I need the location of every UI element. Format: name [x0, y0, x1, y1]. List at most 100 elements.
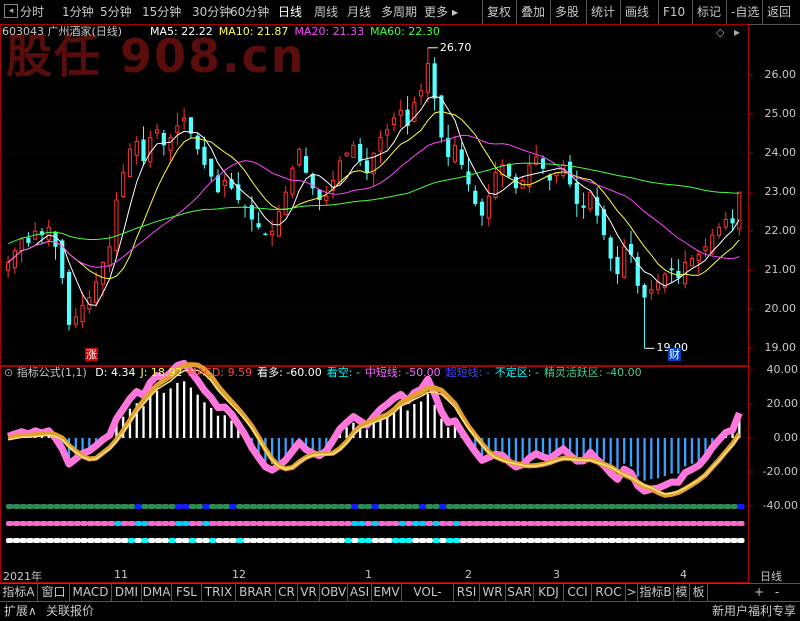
tab-remove-icon[interactable]: - [770, 584, 784, 601]
indicator-tab-4[interactable]: DMA [142, 584, 172, 601]
toolbar-button-4[interactable]: 画线 [620, 0, 653, 24]
indicator-tab-16[interactable]: SAR [506, 584, 534, 601]
period-tab-9[interactable]: 多周期 [381, 0, 417, 24]
chart-area [0, 24, 753, 583]
indicator-tab-12[interactable]: EMV [372, 584, 402, 601]
active-zone-row [46, 504, 54, 509]
candle-body [432, 63, 437, 99]
indicator-tab-22[interactable]: 模 [674, 584, 690, 601]
indicator-tab-15[interactable]: WR [480, 584, 506, 601]
period-label[interactable]: 日线 [760, 568, 782, 584]
candle-body [419, 90, 424, 97]
indicator-title[interactable]: 指标公式(1,1) [17, 366, 87, 379]
candle-body [19, 238, 24, 252]
midterm-row [358, 521, 366, 526]
collapse-icon[interactable]: ◂ [4, 4, 18, 18]
bullish-row [256, 538, 264, 543]
active-zone-row [391, 504, 400, 509]
zhang-marker[interactable]: 涨 [85, 348, 98, 361]
toolbar-button-0[interactable]: 复权 [482, 0, 515, 24]
midterm-row [148, 521, 156, 526]
toolbar-button-6[interactable]: 标记 [692, 0, 725, 24]
indicator-tab-21[interactable]: 指标B [638, 584, 674, 601]
candle-body [337, 160, 342, 185]
active-zone-row [655, 504, 664, 509]
indicator-tab-13[interactable]: VOL-TDX [402, 584, 454, 616]
bullish-row [263, 538, 271, 543]
bullish-row [283, 538, 291, 543]
midterm-row [520, 521, 528, 526]
toolbar-button-5[interactable]: F10 [658, 0, 689, 24]
bullish-row [425, 538, 434, 543]
expand-button[interactable]: 扩展∧ [4, 602, 37, 621]
indicator-tab-9[interactable]: VR [298, 584, 320, 601]
indicator-tab-18[interactable]: CCI [564, 584, 592, 601]
indicator-tab-2[interactable]: MACD [70, 584, 112, 601]
indicator-tab-23[interactable]: 板 [690, 584, 708, 601]
active-zone-row [87, 504, 95, 509]
midterm-row [202, 521, 210, 526]
candle-body [188, 117, 194, 134]
active-zone-row [330, 504, 339, 509]
stock-period: (日线) [91, 25, 123, 38]
bullish-row [364, 538, 373, 543]
midterm-row [513, 521, 522, 526]
candle-body [608, 237, 613, 259]
indicator-tab-10[interactable]: OBV [320, 584, 348, 601]
midterm-row [655, 521, 664, 526]
indicator-tab-7[interactable]: BRAR [236, 584, 276, 601]
active-zone-row [215, 504, 224, 509]
bullish-row [39, 538, 48, 543]
stock-name: 广州酒家 [47, 25, 92, 38]
indicator-tab-17[interactable]: KDJ [534, 584, 564, 601]
candle-body [642, 284, 647, 298]
candle-body [628, 243, 634, 255]
midterm-row [534, 521, 542, 526]
period-tab-8[interactable]: 月线 [347, 0, 371, 24]
indicator-tab-20[interactable]: > [626, 584, 638, 601]
toolbar-button-7[interactable]: -自选 [726, 0, 763, 24]
date-axis-label: 4 [680, 568, 687, 581]
cai-marker[interactable]: 财 [668, 348, 681, 361]
indicator-tab-19[interactable]: ROC [592, 584, 626, 601]
bullish-row [182, 538, 190, 543]
midterm-row [121, 521, 129, 526]
tab-add-icon[interactable]: + [752, 584, 766, 601]
toolbar-button-2[interactable]: 多股 [550, 0, 583, 24]
indicator-axis-label: 0.00 [773, 431, 799, 444]
active-zone-row [446, 504, 454, 509]
active-zone-row [33, 504, 41, 509]
active-zone-row [168, 504, 176, 509]
active-zone-row [493, 504, 501, 509]
new-user-welfare-link[interactable]: 新用户福利专享 [712, 602, 796, 621]
period-tab-7[interactable]: 周线 [314, 0, 338, 24]
candle-body [256, 223, 261, 228]
expand-icon[interactable]: ▸ [734, 25, 740, 39]
bullish-row [107, 538, 115, 543]
bullish-row [195, 538, 203, 543]
indicator-tab-8[interactable]: CR [276, 584, 298, 601]
candle-body [100, 261, 105, 285]
indicator-tab-3[interactable]: DMI [112, 584, 142, 601]
candle-body [351, 144, 356, 158]
indicator-tab-5[interactable]: FSL [172, 584, 202, 601]
more-arrow-icon[interactable]: ▸ [452, 0, 458, 24]
bullish-row [689, 538, 698, 543]
related-quote-button[interactable]: 关联报价 [46, 602, 94, 621]
indicator-tab-14[interactable]: RSI [454, 584, 480, 601]
active-zone-row [730, 504, 738, 509]
active-zone-row [19, 504, 27, 509]
toolbar-button-1[interactable]: 叠加 [516, 0, 549, 24]
indicator-toggle-icon[interactable]: ⊙ [4, 366, 13, 379]
diamond-icon[interactable]: ◇ [716, 26, 724, 40]
toolbar-button-8[interactable]: 返回 [762, 0, 795, 24]
period-tab-10[interactable]: 更多 [424, 0, 448, 24]
indicator-tab-6[interactable]: TRIX [202, 584, 236, 601]
indicator-tab-0[interactable]: 指标A [0, 584, 38, 601]
indicator-tab-11[interactable]: ASI [348, 584, 372, 601]
indicator-tab-1[interactable]: 窗口 [38, 584, 70, 601]
candle-body [364, 160, 370, 173]
toolbar-button-3[interactable]: 统计 [586, 0, 619, 24]
bullish-row [330, 538, 339, 543]
bullish-row [486, 538, 494, 543]
